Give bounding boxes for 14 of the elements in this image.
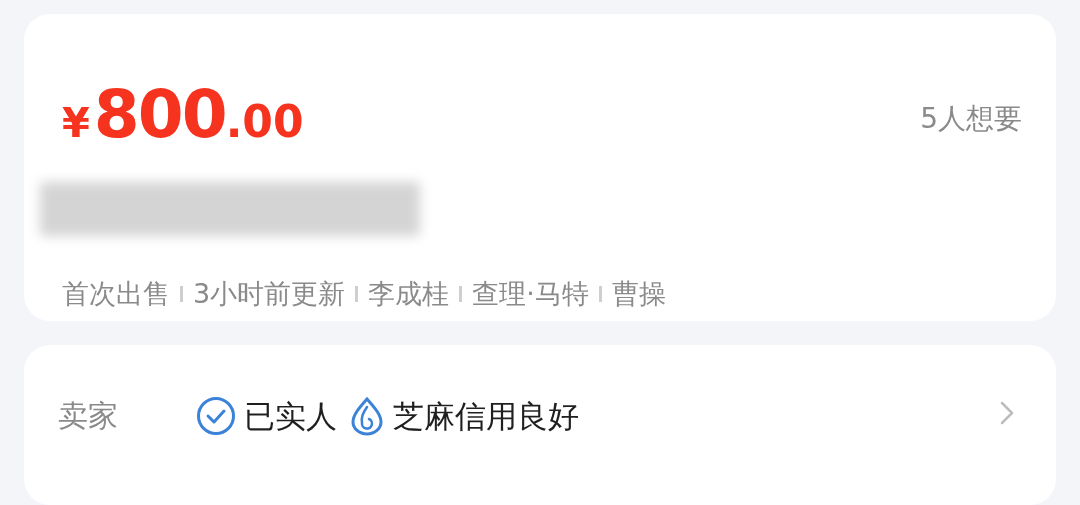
price: ¥800.00 [62, 82, 304, 148]
wants-count: 5人想要 [920, 101, 1022, 137]
listing-tag: 李成桂 [368, 274, 450, 315]
seller-card[interactable]: 卖家 已实人 芝麻信用良好 [24, 345, 1056, 505]
listing-tag: 查理·马特 [472, 274, 589, 315]
drop-icon [349, 396, 385, 437]
seller-badge-text: 已实人 [244, 397, 337, 436]
listing-tag: 曹操 [611, 274, 666, 315]
seller-label: 卖家 [58, 397, 119, 435]
listing-tag: 首次出售 [62, 274, 170, 315]
chevron-right-icon[interactable] [1000, 401, 1014, 425]
listing-tag: 3小时前更新 [193, 274, 346, 315]
seller-badge-text: 芝麻信用良好 [393, 397, 579, 436]
check-circle-icon [196, 396, 236, 437]
